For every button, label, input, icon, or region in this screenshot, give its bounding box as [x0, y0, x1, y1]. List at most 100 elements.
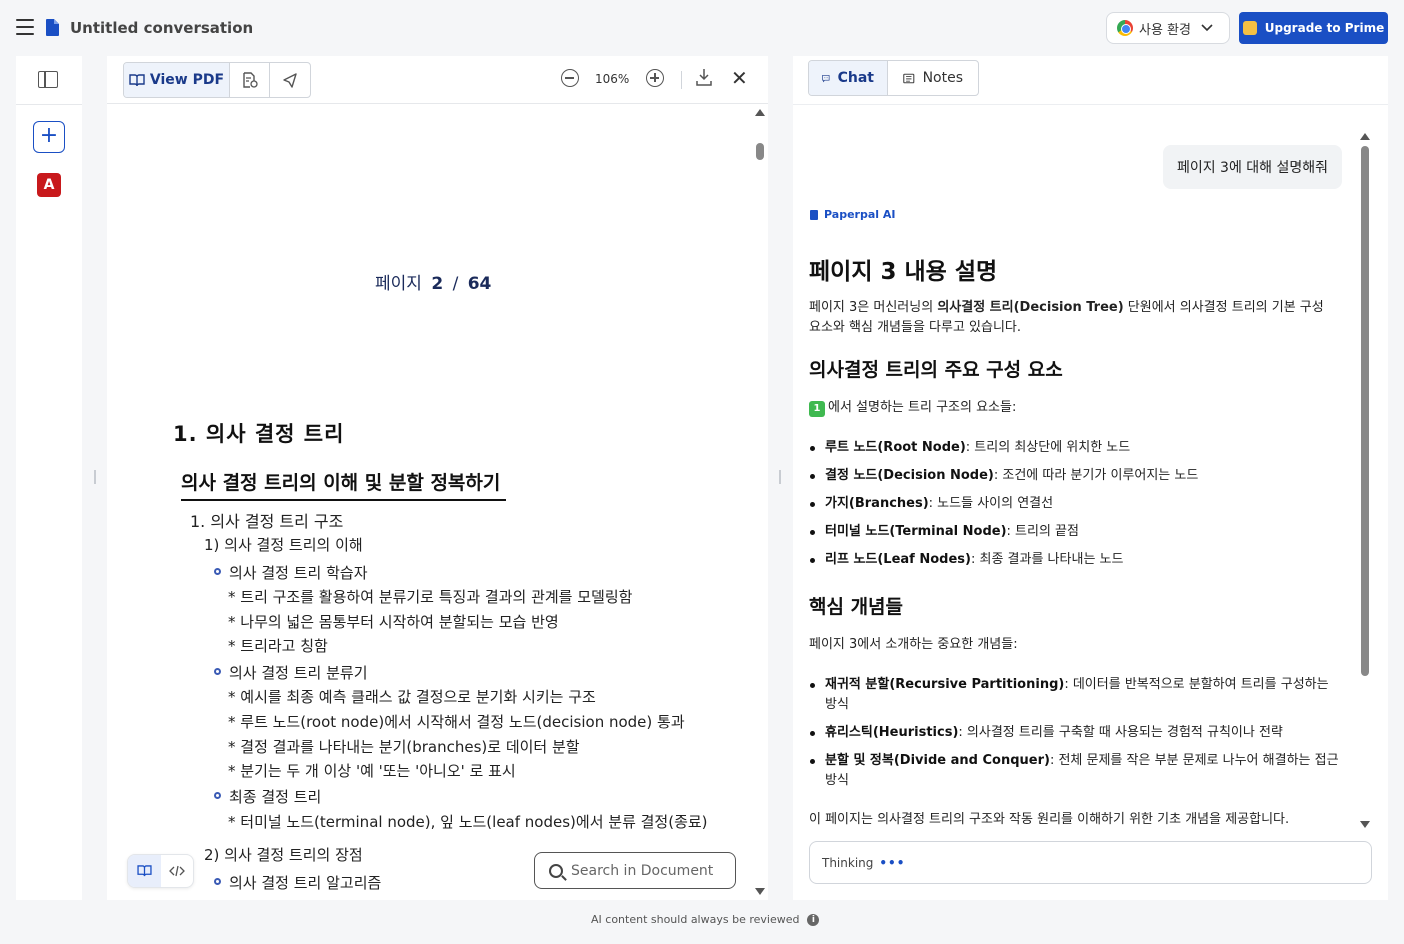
list-item: 재귀적 분할(Recursive Partitioning): 데이터를 반복적…	[809, 675, 1339, 715]
page-separator: /	[452, 274, 459, 294]
total-pages: 64	[467, 274, 492, 294]
zoom-level: 106%	[595, 72, 630, 86]
pdf-line: * 트리라고 칭함	[228, 637, 328, 655]
pdf-line: 의사 결정 트리 학습자	[214, 562, 368, 583]
pdf-line: 의사 결정 트리 알고리즘	[214, 872, 381, 893]
top-bar: Untitled conversation 사용 환경 Upgrade to P…	[0, 0, 1404, 56]
user-message: 페이지 3에 대해 설명해줘	[1163, 145, 1342, 189]
pdf-icon[interactable]: A	[37, 173, 61, 197]
page-label: 페이지	[375, 274, 422, 294]
tab-notes-label: Notes	[922, 70, 963, 86]
chat-scroll-down[interactable]	[1360, 821, 1370, 828]
list-item: 리프 노드(Leaf Nodes): 최종 결과를 나타내는 노드	[809, 550, 1339, 570]
pdf-line: 1. 의사 결정 트리 구조	[190, 512, 344, 531]
chat-panel: Chat Notes 페이지 3에 대해 설명해줘 Paperpal AI 페이…	[793, 56, 1388, 900]
left-rail: + A	[16, 56, 82, 900]
bullet-icon	[214, 878, 221, 885]
chat-input[interactable]: Thinking •••	[809, 841, 1372, 884]
code-view-button[interactable]	[161, 855, 194, 887]
left-resize-handle[interactable]	[94, 470, 96, 484]
chat-icon	[822, 74, 830, 82]
bullet-icon	[214, 568, 221, 575]
pdf-line: 의사 결정 트리 분류기	[214, 662, 368, 683]
chat-divider	[793, 104, 1388, 105]
chrome-icon	[1117, 20, 1133, 36]
chat-scroll-up[interactable]	[1360, 133, 1370, 140]
upgrade-button-label: Upgrade to Prime	[1264, 21, 1385, 35]
pdf-heading: 1. 의사 결정 트리	[173, 422, 345, 446]
thinking-status: Thinking	[822, 855, 874, 870]
pdf-line: * 나무의 넓은 몸통부터 시작하여 분할되는 모습 반영	[228, 613, 559, 631]
zoom-out-icon[interactable]	[561, 69, 579, 87]
hamburger-icon[interactable]	[16, 19, 34, 35]
conversation-title[interactable]: Untitled conversation	[70, 19, 253, 37]
book-icon	[129, 73, 145, 86]
footer-note-text: AI content should always be reviewed	[591, 913, 800, 926]
pdf-scroll-up[interactable]	[755, 109, 765, 116]
page-indicator: 페이지 2 / 64	[375, 269, 495, 294]
pdf-scrollbar[interactable]	[756, 143, 764, 160]
right-resize-handle[interactable]	[779, 470, 781, 484]
reference-badge[interactable]: 1	[809, 401, 825, 417]
doc-icon	[46, 19, 59, 36]
crown-icon	[1242, 21, 1257, 35]
current-page: 2	[431, 274, 444, 294]
plus-icon[interactable]: +	[33, 121, 65, 153]
ai-doc-icon	[810, 209, 818, 220]
close-icon[interactable]: ✕	[731, 68, 748, 88]
list-item: 터미널 노드(Terminal Node): 트리의 끝점	[809, 522, 1339, 542]
view-switcher	[127, 854, 194, 888]
chat-scrollbar[interactable]	[1361, 146, 1369, 676]
bullet-icon	[214, 792, 221, 799]
upgrade-button[interactable]: Upgrade to Prime	[1239, 12, 1388, 44]
search-icon	[549, 863, 563, 878]
doc-info-icon	[242, 72, 258, 88]
pdf-line: * 트리 구조를 활용하여 분류기로 특징과 결과의 관계를 모델링함	[228, 588, 633, 606]
answer-title: 페이지 3 내용 설명	[809, 259, 998, 285]
list-item: 분할 및 정복(Divide and Conquer): 전체 문제를 작은 부…	[809, 751, 1339, 791]
bullet-icon	[214, 668, 221, 675]
chevron-down-icon	[1201, 24, 1213, 32]
download-icon[interactable]	[696, 68, 712, 86]
tab-chat-label: Chat	[837, 70, 874, 86]
reader-view-button[interactable]	[128, 855, 161, 887]
environment-select[interactable]: 사용 환경	[1106, 12, 1230, 44]
pdf-line: * 루트 노드(root node)에서 시작해서 결정 노드(decision…	[228, 713, 685, 731]
pdf-toolbar: View PDF 106% ✕	[107, 56, 768, 104]
pdf-line: 1) 의사 결정 트리의 이해	[204, 536, 363, 554]
pdf-line: * 예시를 최종 예측 클래스 값 결정으로 분기화 시키는 구조	[228, 688, 596, 706]
view-pdf-button[interactable]: View PDF	[124, 63, 230, 97]
answer-intro: 페이지 3은 머신러닝의 의사결정 트리(Decision Tree) 단원에서…	[809, 300, 1324, 335]
code-icon	[168, 865, 185, 877]
pdf-scroll-down[interactable]	[755, 888, 765, 895]
doc-info-button[interactable]	[230, 63, 270, 97]
search-placeholder: Search in Document	[571, 862, 714, 879]
components-list: 루트 노드(Root Node): 트리의 최상단에 위치한 노드 결정 노드(…	[809, 438, 1339, 570]
list-item: 휴리스틱(Heuristics): 의사결정 트리를 구축할 때 사용되는 경험…	[809, 723, 1339, 743]
info-icon[interactable]: i	[807, 913, 820, 926]
footer-note: AI content should always be reviewed i	[591, 913, 820, 926]
book-icon	[137, 865, 152, 877]
pdf-line: * 결정 결과를 나타내는 분기(branches)로 데이터 분할	[228, 738, 580, 756]
toolbar-divider	[681, 71, 682, 89]
section-concepts-lead: 페이지 3에서 소개하는 중요한 개념들:	[809, 637, 1018, 652]
view-pdf-label: View PDF	[149, 72, 225, 88]
thinking-dots: •••	[879, 855, 906, 870]
share-button[interactable]	[270, 63, 310, 97]
pdf-line: 최종 결정 트리	[214, 786, 321, 807]
tab-notes[interactable]: Notes	[887, 61, 978, 95]
answer-conclusion: 이 페이지는 의사결정 트리의 구조와 작동 원리를 이해하기 위한 기초 개념…	[809, 812, 1290, 827]
environment-select-label: 사용 환경	[1139, 22, 1191, 38]
section-concepts-title: 핵심 개념들	[809, 596, 904, 618]
share-icon	[283, 73, 297, 88]
ai-author-label: Paperpal AI	[810, 208, 895, 221]
tab-chat[interactable]: Chat	[809, 61, 887, 95]
section-components-title: 의사결정 트리의 주요 구성 요소	[809, 359, 1063, 381]
zoom-in-icon[interactable]	[646, 69, 664, 87]
pdf-line: * 분기는 두 개 이상 '예 '또는 '아니오' 로 표시	[228, 762, 516, 780]
section-components-lead: 1 에서 설명하는 트리 구조의 요소들:	[809, 398, 1339, 418]
panel-toggle-icon[interactable]	[38, 71, 58, 88]
rail-divider	[16, 104, 82, 105]
list-item: 루트 노드(Root Node): 트리의 최상단에 위치한 노드	[809, 438, 1339, 458]
search-document-input[interactable]: Search in Document	[534, 852, 736, 889]
